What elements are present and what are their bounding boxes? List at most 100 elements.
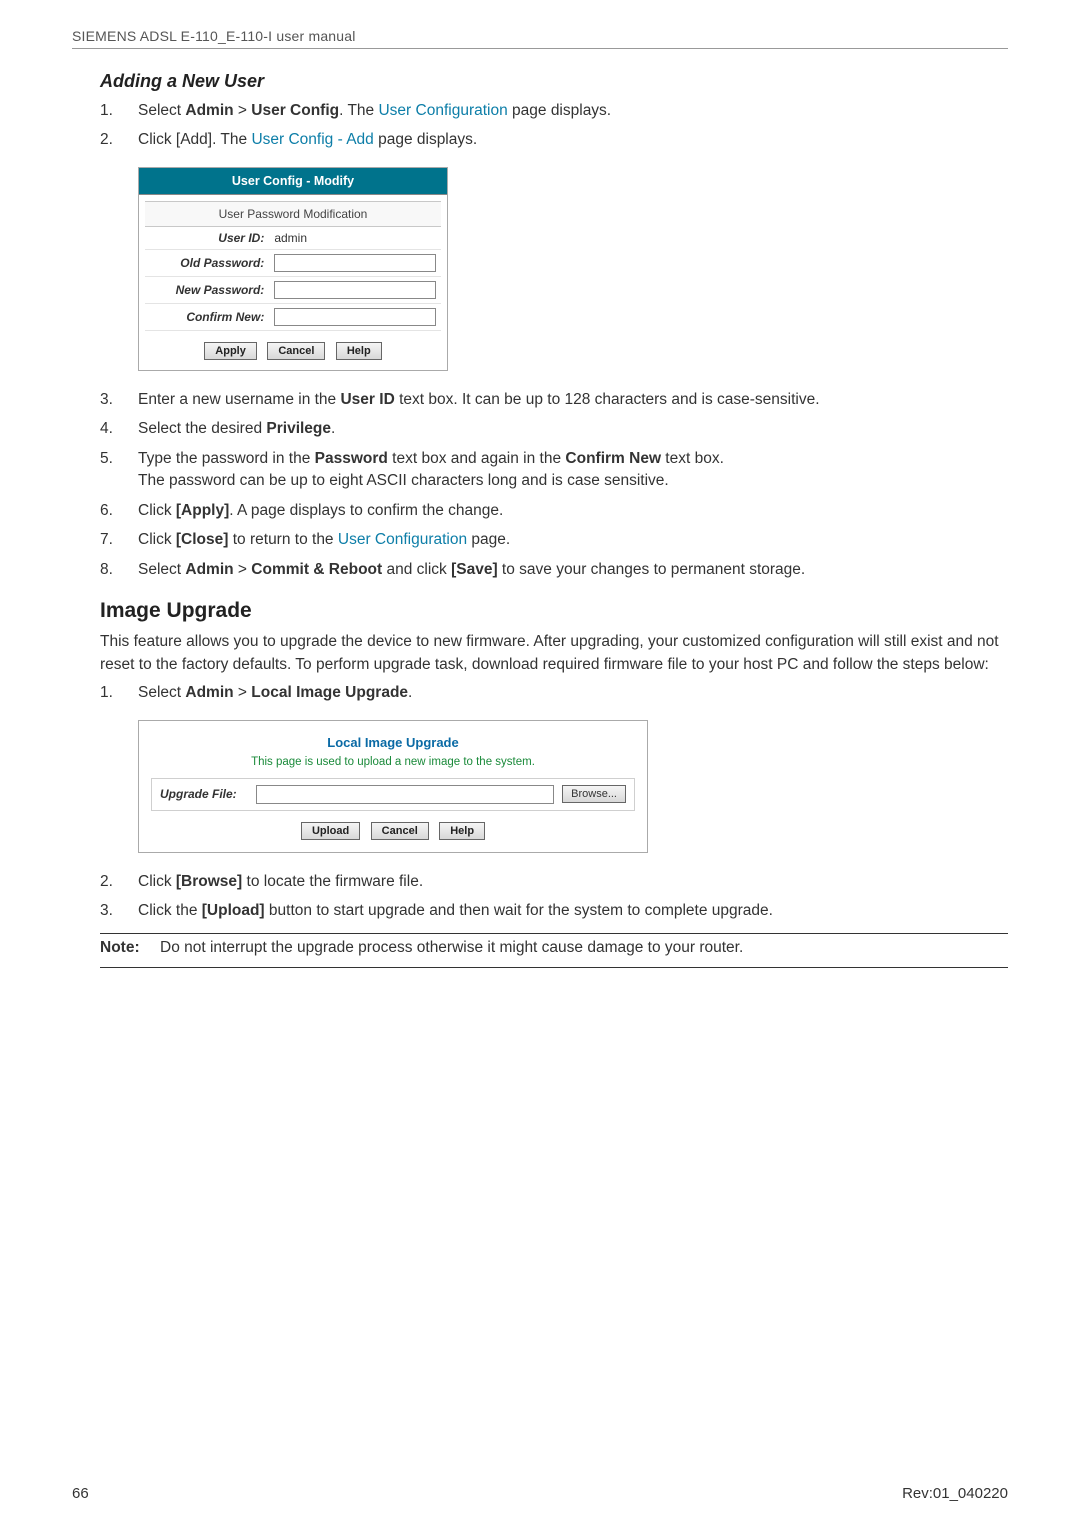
page-number: 66 <box>72 1485 89 1502</box>
step-body: Click [Browse] to locate the firmware fi… <box>138 871 1008 893</box>
text: page displays. <box>508 102 611 119</box>
text: Type the password in the <box>138 450 315 467</box>
text-bold: Password <box>315 450 388 467</box>
step-number: 7. <box>100 529 138 551</box>
text: Click <box>138 531 176 548</box>
apply-button[interactable]: Apply <box>204 342 257 360</box>
step-1: 1. Select Admin > User Config. The User … <box>100 100 1008 122</box>
step-number: 3. <box>100 900 138 922</box>
step-number: 2. <box>100 871 138 893</box>
button-row: Upload Cancel Help <box>151 811 635 840</box>
cancel-button[interactable]: Cancel <box>267 342 325 360</box>
help-button[interactable]: Help <box>336 342 382 360</box>
figure-title: Local Image Upgrade <box>151 731 635 756</box>
link-user-configuration[interactable]: User Configuration <box>378 102 507 119</box>
paragraph: This feature allows you to upgrade the d… <box>100 631 1008 676</box>
upgrade-file-field[interactable] <box>256 785 554 804</box>
text: . <box>408 684 412 701</box>
text: to save your changes to permanent storag… <box>498 561 806 578</box>
upload-button[interactable]: Upload <box>301 822 360 840</box>
text: to return to the <box>228 531 337 548</box>
figure-user-config-modify: User Config - Modify User Password Modif… <box>138 167 448 371</box>
text: > <box>234 684 252 701</box>
note-rule-top <box>100 933 1008 934</box>
step-4: 4. Select the desired Privilege. <box>100 418 1008 440</box>
text: . <box>331 420 335 437</box>
text: Click <box>138 873 176 890</box>
figure-subtitle: User Password Modification <box>145 201 441 227</box>
step-number: 1. <box>100 100 138 122</box>
text: . A page displays to confirm the change. <box>229 502 503 519</box>
step-3: 3. Enter a new username in the User ID t… <box>100 389 1008 411</box>
figure-local-image-upgrade: Local Image Upgrade This page is used to… <box>138 720 648 853</box>
table-row: Old Password: <box>145 249 441 276</box>
text-bold: [Apply] <box>176 502 229 519</box>
help-button[interactable]: Help <box>439 822 485 840</box>
text-bold: User ID <box>340 391 394 408</box>
text-bold: [Browse] <box>176 873 242 890</box>
step-5: 5. Type the password in the Password tex… <box>100 448 1008 493</box>
new-password-field[interactable] <box>274 281 436 299</box>
text-bold: Admin <box>185 102 233 119</box>
step-number: 6. <box>100 500 138 522</box>
step-body: Click [Close] to return to the User Conf… <box>138 529 1008 551</box>
page-footer: 66 Rev:01_040220 <box>72 1485 1008 1502</box>
old-password-field[interactable] <box>274 254 436 272</box>
steps-list-2: 1. Select Admin > Local Image Upgrade. <box>100 682 1008 704</box>
step-body: Select Admin > Local Image Upgrade. <box>138 682 1008 704</box>
label-user-id: User ID: <box>145 227 269 250</box>
text: Click [Add]. The <box>138 131 251 148</box>
text: Select <box>138 102 185 119</box>
step-body: Select Admin > Commit & Reboot and click… <box>138 559 1008 581</box>
text-bold: Admin <box>185 684 233 701</box>
browse-button[interactable]: Browse... <box>562 785 626 803</box>
step-body: Click [Apply]. A page displays to confir… <box>138 500 1008 522</box>
note-text: Do not interrupt the upgrade process oth… <box>160 939 743 957</box>
steps-list-1: 1. Select Admin > User Config. The User … <box>100 100 1008 152</box>
step-body: Select Admin > User Config. The User Con… <box>138 100 1008 122</box>
step-1: 1. Select Admin > Local Image Upgrade. <box>100 682 1008 704</box>
text: . The <box>339 102 378 119</box>
cancel-button[interactable]: Cancel <box>371 822 429 840</box>
step-2: 2. Click [Add]. The User Config - Add pa… <box>100 129 1008 151</box>
text: > <box>234 561 252 578</box>
step-body: Type the password in the Password text b… <box>138 448 1008 493</box>
upgrade-file-row: Upgrade File: Browse... <box>151 778 635 811</box>
step-number: 2. <box>100 129 138 151</box>
text-bold: [Upload] <box>202 902 265 919</box>
step-body: Select the desired Privilege. <box>138 418 1008 440</box>
text-bold: [Save] <box>451 561 498 578</box>
text: text box. <box>661 450 724 467</box>
step-body: Click [Add]. The User Config - Add page … <box>138 129 1008 151</box>
text: page. <box>467 531 510 548</box>
step-number: 5. <box>100 448 138 493</box>
note-label: Note: <box>100 939 160 957</box>
page-header: SIEMENS ADSL E-110_E-110-I user manual <box>72 28 1008 44</box>
note-line: Note: Do not interrupt the upgrade proce… <box>100 939 1008 957</box>
header-rule <box>72 48 1008 49</box>
label-old-password: Old Password: <box>145 249 269 276</box>
text: Enter a new username in the <box>138 391 340 408</box>
text: Select the desired <box>138 420 266 437</box>
text: Select <box>138 561 185 578</box>
label-new-password: New Password: <box>145 276 269 303</box>
step-8: 8. Select Admin > Commit & Reboot and cl… <box>100 559 1008 581</box>
note-rule-bottom <box>100 967 1008 968</box>
step-7: 7. Click [Close] to return to the User C… <box>100 529 1008 551</box>
step-number: 8. <box>100 559 138 581</box>
step-number: 4. <box>100 418 138 440</box>
confirm-new-field[interactable] <box>274 308 436 326</box>
text: Click <box>138 502 176 519</box>
step-body: Click the [Upload] button to start upgra… <box>138 900 1008 922</box>
text-bold: Local Image Upgrade <box>251 684 408 701</box>
text-bold: Privilege <box>266 420 331 437</box>
text-bold: [Close] <box>176 531 229 548</box>
text: The password can be up to eight ASCII ch… <box>138 472 669 489</box>
text: > <box>234 102 252 119</box>
text: text box and again in the <box>388 450 566 467</box>
link-user-config-add[interactable]: User Config - Add <box>251 131 373 148</box>
text-bold: Commit & Reboot <box>251 561 382 578</box>
table-row: Confirm New: <box>145 303 441 330</box>
text: button to start upgrade and then wait fo… <box>265 902 773 919</box>
link-user-configuration[interactable]: User Configuration <box>338 531 467 548</box>
